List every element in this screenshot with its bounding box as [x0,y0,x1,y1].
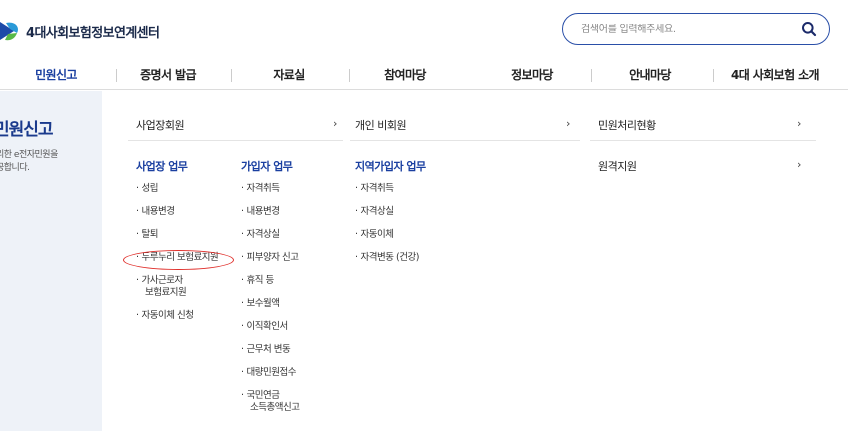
nav-item-about[interactable]: 4대 사회보험 소개 [731,60,820,90]
subscriber-work-header[interactable]: 가입자 업무 [241,158,293,174]
menu-business-member[interactable]: 사업장회원 [136,117,185,133]
biz-work-header[interactable]: 사업장 업무 [136,158,188,174]
list-item[interactable]: · 보수월액 [241,298,299,310]
nav-separator [116,69,117,82]
nav-separator [591,69,592,82]
region-work-header[interactable]: 지역가입자 업무 [355,158,426,174]
list-item[interactable]: · 자동이체 신청 [136,310,218,322]
divider [128,140,343,141]
nav-item-certificate[interactable]: 증명서 발급 [140,60,196,90]
nav-separator [349,69,350,82]
menu-personal-guest[interactable]: 개인 비회원 [355,117,407,133]
subscriber-work-list: · 자격취득 · 내용변경 · 자격상실 · 피부양자 신고 · 휴직 등 · 보수월액 ·… [241,183,300,425]
chevron-right-icon[interactable]: › [797,117,801,130]
highlight-ellipse [123,250,234,270]
list-item[interactable]: · 가사근로자 보험료지원 [136,275,218,299]
chevron-right-icon[interactable]: › [566,117,570,130]
nav-separator [231,69,232,82]
nav-separator [713,69,714,82]
logo-mark-icon [0,22,18,41]
list-item[interactable]: · 자격상실 [241,229,299,241]
list-item[interactable]: · 성립 [136,183,218,195]
list-item[interactable]: · 내용변경 [241,206,299,218]
list-item[interactable]: · 대량민원접수 [241,367,299,379]
list-item[interactable]: · 국민연금 소득총액신고 [241,390,300,414]
list-item[interactable]: · 자격상실 [355,206,419,218]
list-item[interactable]: · 내용변경 [136,206,218,218]
nav-item-guide[interactable]: 안내마당 [629,60,671,90]
list-item[interactable]: · 자격변동 (건강) [355,252,419,264]
side-title: 민원신고 [0,120,54,140]
side-panel: 민원신고 리한 e전자민원을 공합니다. [0,91,102,431]
nav-item-information[interactable]: 정보마당 [511,60,553,90]
menu-complaint-status[interactable]: 민원처리현황 [598,117,656,133]
nav-item-participation[interactable]: 참여마당 [384,60,426,90]
list-item[interactable]: · 자격취득 [355,183,419,195]
site-logo[interactable]: 4대사회보험정보연계센터 [0,18,160,44]
menu-remote-support[interactable]: 원격지원 [598,158,637,174]
search-icon[interactable] [801,21,817,37]
list-item[interactable]: · 피부양자 신고 [241,252,299,264]
search-input[interactable] [581,23,801,35]
list-item[interactable]: · 자동이체 [355,229,419,241]
list-item[interactable]: · 자격취득 [241,183,299,195]
list-item[interactable]: · 이직확인서 [241,321,299,333]
chevron-right-icon[interactable]: › [333,117,337,130]
side-description: 리한 e전자민원을 공합니다. [0,150,58,173]
list-item[interactable]: · 근무처 변동 [241,344,299,356]
nav-item-resources[interactable]: 자료실 [273,60,305,90]
search-box[interactable] [562,13,830,45]
logo-text: 4대사회보험정보연계센터 [26,25,160,41]
chevron-right-icon[interactable]: › [797,158,801,171]
divider [590,140,816,141]
list-item[interactable]: · 휴직 등 [241,275,299,287]
main-nav: 민원신고 증명서 발급 자료실 참여마당 정보마당 안내마당 4대 사회보험 소… [0,60,848,90]
nav-item-complaint[interactable]: 민원신고 [35,60,77,90]
list-item[interactable]: · 탈퇴 [136,229,218,241]
divider [350,140,580,141]
region-work-list: · 자격취득 · 자격상실 · 자동이체 · 자격변동 (건강) [355,183,419,275]
